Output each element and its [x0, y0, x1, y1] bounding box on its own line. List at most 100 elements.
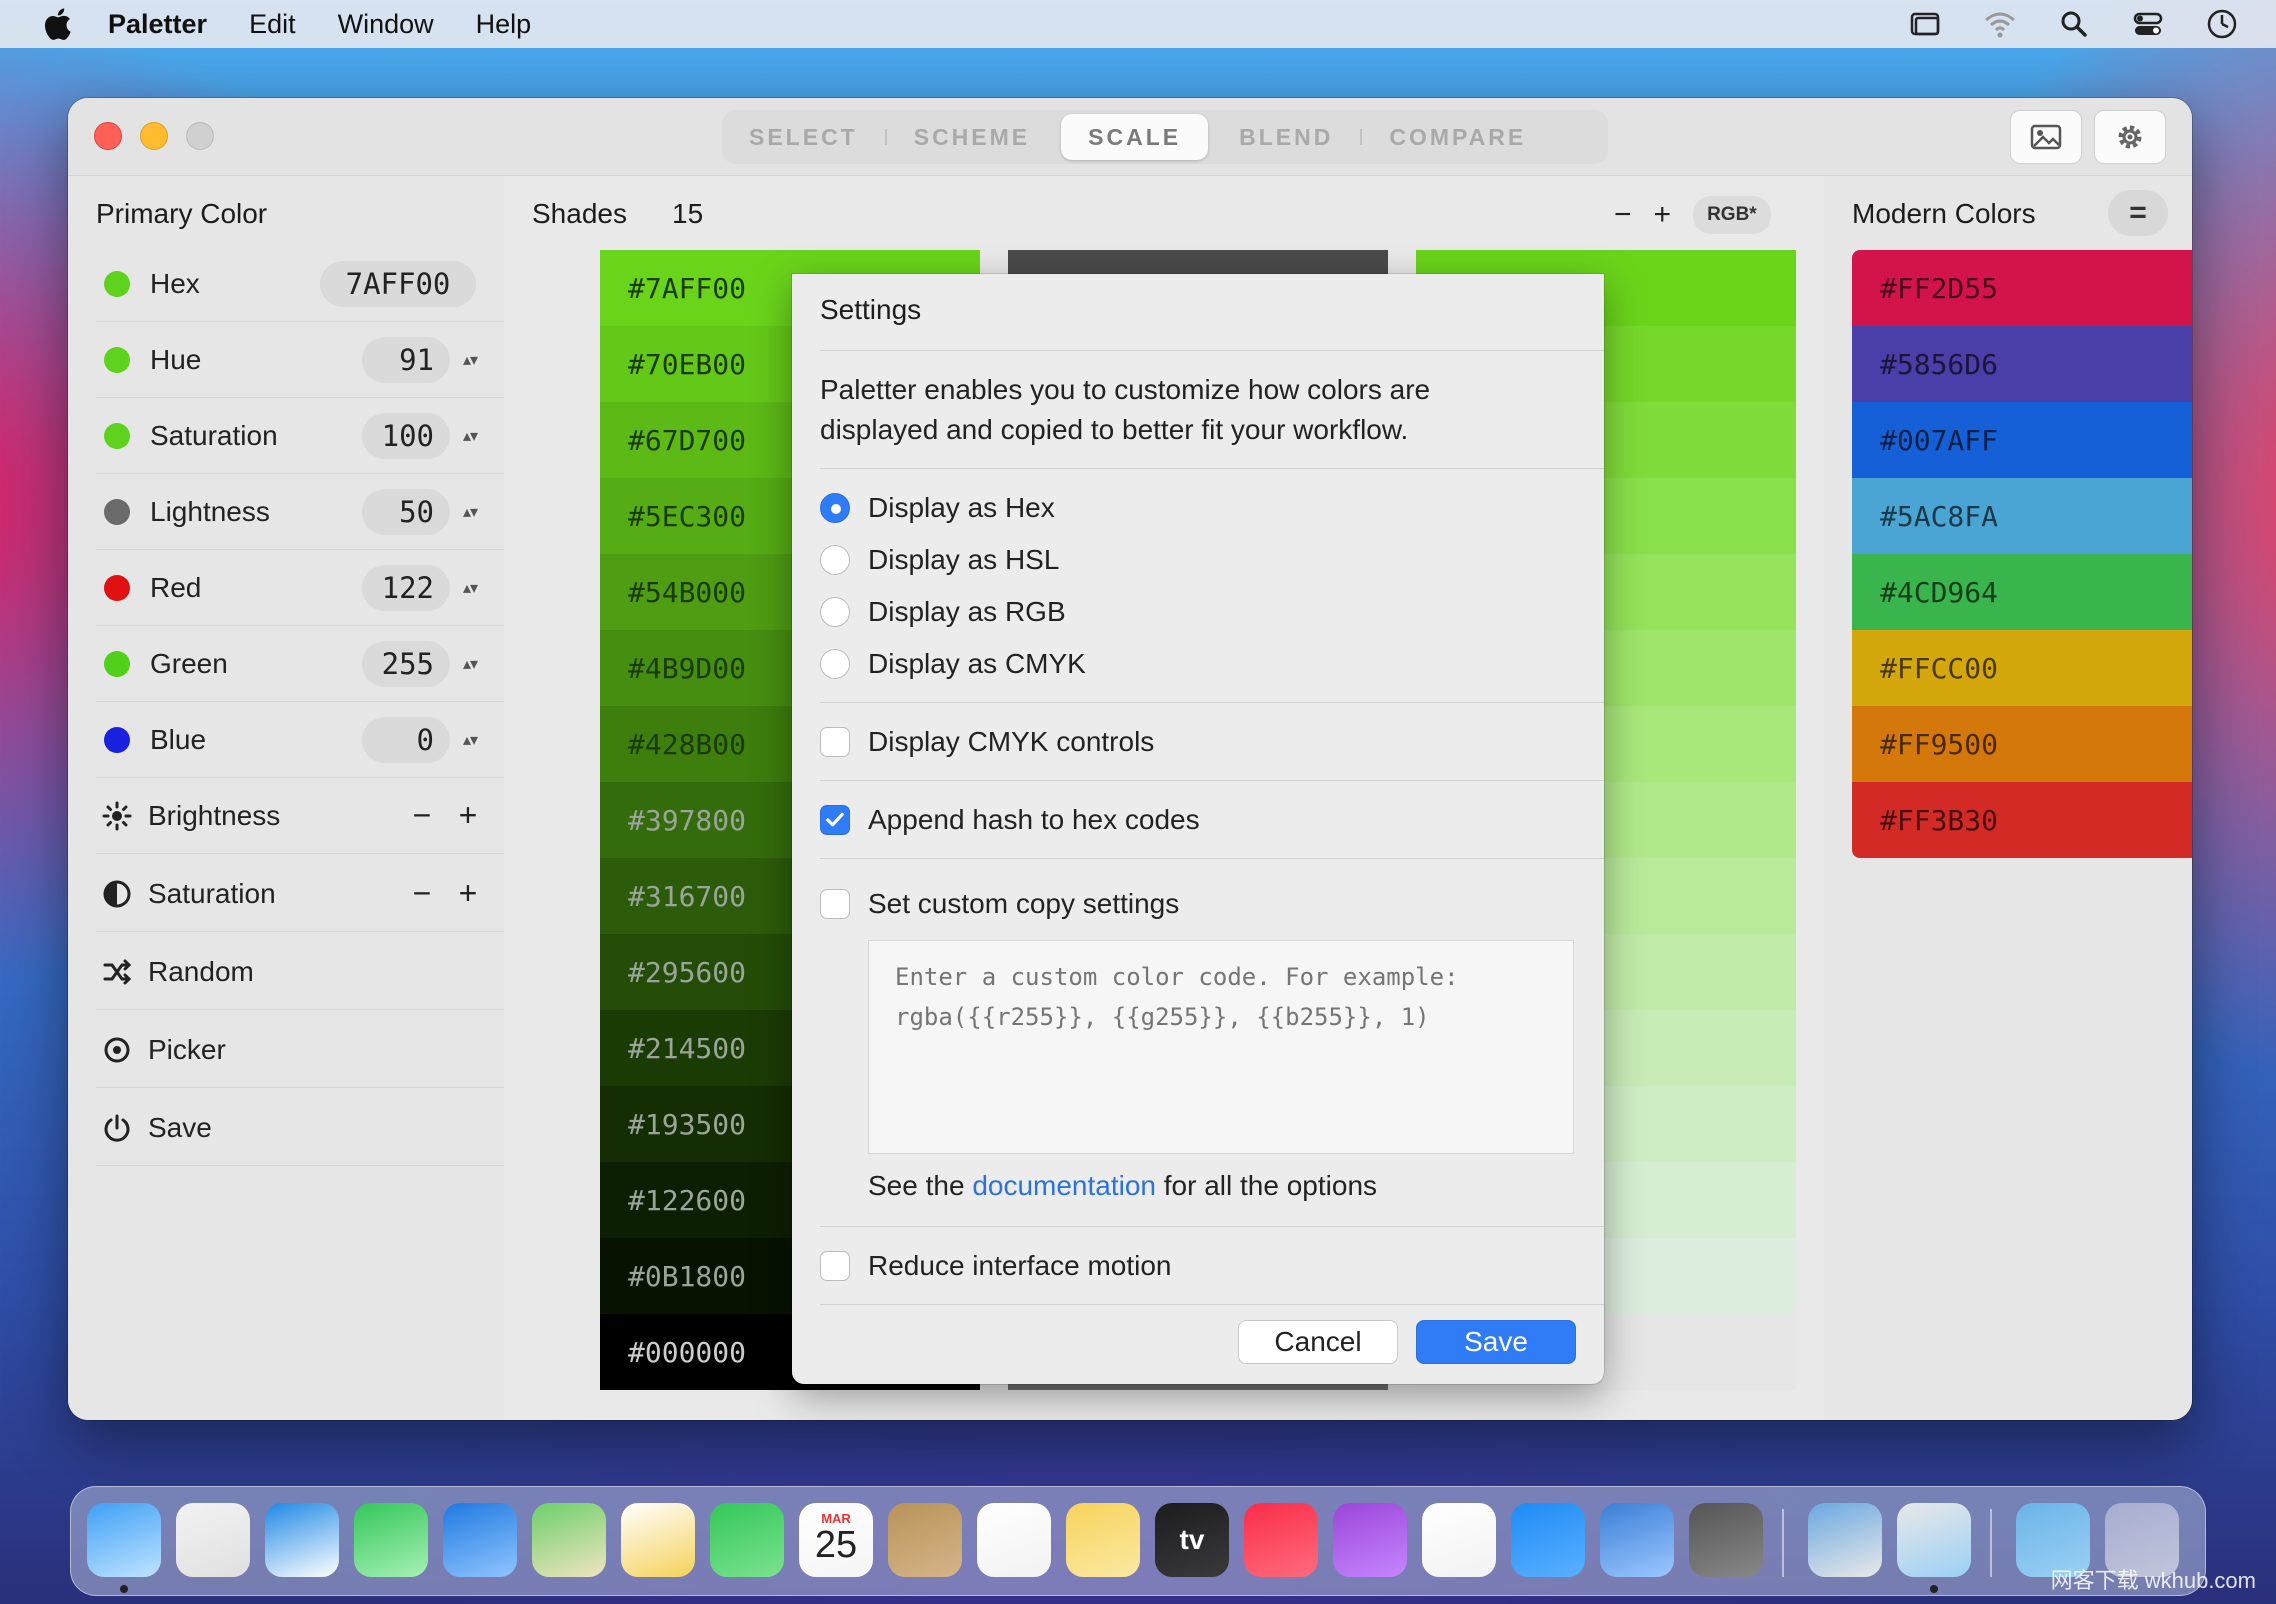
launchpad-icon[interactable] [176, 1503, 250, 1577]
trash-icon[interactable] [2105, 1503, 2179, 1577]
tab-blend[interactable]: BLEND [1212, 114, 1360, 160]
close-window-button[interactable] [94, 122, 122, 150]
tab-compare[interactable]: COMPARE [1362, 114, 1553, 160]
modern-colors-menu-button[interactable]: = [2108, 190, 2168, 236]
saturation-value[interactable]: 100 [362, 412, 450, 459]
tab-scale[interactable]: SCALE [1061, 114, 1209, 160]
checkbox[interactable] [820, 889, 850, 919]
wifi-icon[interactable] [1982, 6, 2018, 42]
shades-increase-button[interactable]: + [1654, 198, 1672, 232]
reduce-motion-checkbox[interactable]: Reduce interface motion [820, 1250, 1172, 1282]
modern-color-swatch[interactable]: #007AFF [1852, 402, 2192, 478]
modern-color-swatch[interactable]: #FF2D55 [1852, 250, 2192, 326]
lightness-value[interactable]: 50 [362, 488, 450, 535]
checkbox[interactable] [820, 805, 850, 835]
brightness-decrease-button[interactable]: − [408, 797, 436, 834]
radio-display-hsl[interactable]: Display as HSL [820, 544, 1059, 576]
minimize-window-button[interactable] [140, 122, 168, 150]
radio-display-hex[interactable]: Display as Hex [820, 492, 1055, 524]
watermark: 网客下载 wkhub.com [2050, 1568, 2256, 1593]
news-icon[interactable] [1422, 1503, 1496, 1577]
checkbox[interactable] [820, 727, 850, 757]
radio-button[interactable] [820, 597, 850, 627]
screen-mirroring-icon[interactable] [1908, 6, 1944, 42]
cancel-button[interactable]: Cancel [1238, 1320, 1398, 1364]
tab-scheme[interactable]: SCHEME [887, 114, 1057, 160]
modern-color-swatch[interactable]: #4CD964 [1852, 554, 2192, 630]
radio-button[interactable] [820, 649, 850, 679]
downloads-folder-icon[interactable] [2016, 1503, 2090, 1577]
radio-display-cmyk[interactable]: Display as CMYK [820, 648, 1086, 680]
append-hash-checkbox[interactable]: Append hash to hex codes [820, 804, 1200, 836]
red-stepper[interactable]: ▴▾ [456, 578, 484, 598]
maps-icon[interactable] [532, 1503, 606, 1577]
photos-icon[interactable] [621, 1503, 695, 1577]
hex-input[interactable] [320, 260, 476, 307]
custom-copy-textarea[interactable] [868, 940, 1574, 1154]
app-menu[interactable]: Paletter [108, 9, 207, 40]
hue-value[interactable]: 91 [362, 336, 450, 383]
paletter-icon[interactable] [1897, 1503, 1971, 1577]
apple-tv-icon[interactable]: tv [1155, 1503, 1229, 1577]
zoom-window-button[interactable] [186, 122, 214, 150]
save-row[interactable]: Save [96, 1090, 504, 1166]
green-stepper[interactable]: ▴▾ [456, 654, 484, 674]
saturation-stepper[interactable]: ▴▾ [456, 426, 484, 446]
random-row[interactable]: Random [96, 934, 504, 1010]
messages-icon[interactable] [354, 1503, 428, 1577]
radio-button[interactable] [820, 545, 850, 575]
reminders-icon[interactable] [977, 1503, 1051, 1577]
picker-label: Picker [148, 1033, 226, 1065]
clock-icon[interactable] [2204, 6, 2240, 42]
red-value[interactable]: 122 [362, 564, 450, 611]
contacts-icon[interactable] [888, 1503, 962, 1577]
finder-icon[interactable] [87, 1503, 161, 1577]
safari-icon[interactable] [265, 1503, 339, 1577]
preview-icon[interactable] [1808, 1503, 1882, 1577]
modern-color-swatch[interactable]: #FF3B30 [1852, 782, 2192, 858]
settings-button[interactable] [2094, 110, 2166, 164]
saturation-decrease-button[interactable]: − [408, 875, 436, 912]
radio-button[interactable] [820, 493, 850, 523]
podcasts-icon[interactable] [1333, 1503, 1407, 1577]
image-button[interactable] [2010, 110, 2082, 164]
lightness-stepper[interactable]: ▴▾ [456, 502, 484, 522]
app-store-icon[interactable] [1511, 1503, 1585, 1577]
control-center-icon[interactable] [2130, 6, 2166, 42]
hue-stepper[interactable]: ▴▾ [456, 350, 484, 370]
save-button[interactable]: Save [1416, 1320, 1576, 1364]
picker-row[interactable]: Picker [96, 1012, 504, 1088]
notes-icon[interactable] [1066, 1503, 1140, 1577]
altitude-icon[interactable] [1600, 1503, 1674, 1577]
modern-color-swatch[interactable]: #FF9500 [1852, 706, 2192, 782]
spotlight-search-icon[interactable] [2056, 6, 2092, 42]
custom-copy-checkbox[interactable]: Set custom copy settings [820, 888, 1179, 920]
apple-menu-icon[interactable] [42, 7, 72, 41]
modern-color-swatch[interactable]: #FFCC00 [1852, 630, 2192, 706]
mail-icon[interactable] [443, 1503, 517, 1577]
green-value[interactable]: 255 [362, 640, 450, 687]
checkbox[interactable] [820, 1251, 850, 1281]
modern-color-swatch[interactable]: #5AC8FA [1852, 478, 2192, 554]
blue-label: Blue [150, 723, 207, 755]
calendar-icon[interactable]: MAR 25 [799, 1503, 873, 1577]
edit-menu[interactable]: Edit [249, 9, 296, 40]
tab-select[interactable]: SELECT [722, 114, 885, 160]
format-badge[interactable]: RGB* [1693, 196, 1771, 234]
facetime-icon[interactable] [710, 1503, 784, 1577]
swatch-label: #FF9500 [1880, 727, 1999, 761]
shades-decrease-button[interactable]: − [1614, 198, 1632, 232]
system-preferences-icon[interactable] [1689, 1503, 1763, 1577]
music-icon[interactable] [1244, 1503, 1318, 1577]
saturation-increase-button[interactable]: + [454, 875, 482, 912]
window-menu[interactable]: Window [338, 9, 434, 40]
radio-display-rgb[interactable]: Display as RGB [820, 596, 1066, 628]
blue-value[interactable]: 0 [362, 716, 450, 763]
modern-color-swatch[interactable]: #5856D6 [1852, 326, 2192, 402]
blue-stepper[interactable]: ▴▾ [456, 730, 484, 750]
help-menu[interactable]: Help [476, 9, 532, 40]
documentation-link[interactable]: documentation [972, 1170, 1156, 1201]
cmyk-controls-checkbox[interactable]: Display CMYK controls [820, 726, 1154, 758]
brightness-increase-button[interactable]: + [454, 797, 482, 834]
swatch-label: #5AC8FA [1880, 499, 1999, 533]
